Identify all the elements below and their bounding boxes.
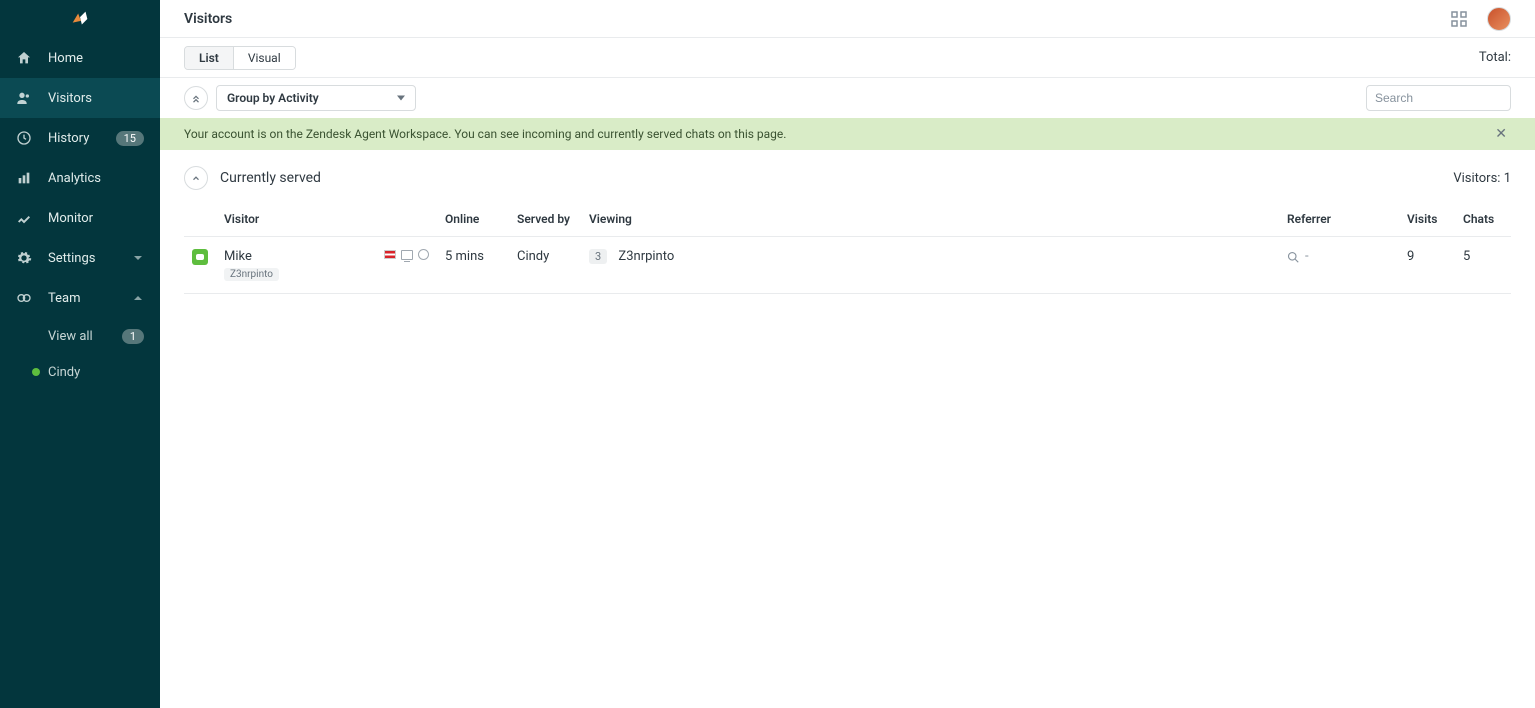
nav-label: Team bbox=[48, 291, 132, 306]
table-row[interactable]: Mike Z3nrpinto 5 mins Cindy bbox=[184, 237, 1511, 294]
info-banner: Your account is on the Zendesk Agent Wor… bbox=[160, 118, 1535, 150]
nav-label: Visitors bbox=[48, 91, 144, 106]
home-icon bbox=[16, 50, 32, 66]
tab-list[interactable]: List bbox=[185, 47, 234, 69]
col-visitor: Visitor bbox=[216, 202, 376, 237]
col-visits: Visits bbox=[1399, 202, 1455, 237]
sidebar-item-visitors[interactable]: Visitors bbox=[0, 78, 160, 118]
chevron-down-icon bbox=[132, 252, 144, 264]
cell-visits: 9 bbox=[1399, 237, 1455, 294]
team-member-cindy[interactable]: Cindy bbox=[0, 354, 160, 390]
col-chats: Chats bbox=[1455, 202, 1511, 237]
visitors-icon bbox=[16, 90, 32, 106]
app-logo[interactable] bbox=[0, 0, 160, 38]
page-title: Visitors bbox=[184, 11, 1451, 27]
user-avatar[interactable] bbox=[1487, 7, 1511, 31]
section-title: Currently served bbox=[220, 170, 1441, 186]
main: Visitors List Visual Total: Group by Act… bbox=[160, 0, 1535, 708]
groupby-select[interactable]: Group by Activity bbox=[216, 85, 416, 111]
visitor-name: Mike bbox=[224, 249, 368, 264]
section-header: Currently served Visitors: 1 bbox=[160, 150, 1535, 202]
analytics-icon bbox=[16, 170, 32, 186]
visitors-table: Visitor Online Served by Viewing Referre… bbox=[184, 202, 1511, 294]
desktop-icon bbox=[401, 250, 413, 260]
visitor-meta-icons bbox=[384, 249, 429, 260]
section-count: Visitors: 1 bbox=[1453, 171, 1511, 186]
col-viewing: Viewing bbox=[581, 202, 1279, 237]
col-online: Online bbox=[437, 202, 509, 237]
cell-served-by: Cindy bbox=[509, 237, 581, 294]
view-all-badge: 1 bbox=[122, 329, 144, 344]
banner-text: Your account is on the Zendesk Agent Wor… bbox=[184, 127, 1491, 141]
nav-label: History bbox=[48, 131, 116, 146]
tab-visual[interactable]: Visual bbox=[234, 47, 295, 69]
team-view-all[interactable]: View all 1 bbox=[0, 318, 160, 354]
sidebar-item-history[interactable]: History 15 bbox=[0, 118, 160, 158]
view-toggle: List Visual bbox=[184, 46, 296, 70]
col-served: Served by bbox=[509, 202, 581, 237]
history-badge: 15 bbox=[116, 131, 144, 146]
col-referrer: Referrer bbox=[1279, 202, 1399, 237]
visitor-tag: Z3nrpinto bbox=[224, 268, 279, 281]
viewing-page: Z3nrpinto bbox=[618, 249, 674, 264]
controls-row: Group by Activity bbox=[160, 78, 1535, 118]
sub-label: View all bbox=[48, 329, 122, 344]
browser-icon bbox=[418, 249, 429, 260]
monitor-icon bbox=[16, 210, 32, 226]
sidebar-item-analytics[interactable]: Analytics bbox=[0, 158, 160, 198]
chevron-up-icon bbox=[132, 292, 144, 304]
history-icon bbox=[16, 130, 32, 146]
cell-online: 5 mins bbox=[437, 237, 509, 294]
cell-referrer: - bbox=[1279, 237, 1399, 294]
viewing-count-badge: 3 bbox=[589, 249, 607, 264]
section-collapse-button[interactable] bbox=[184, 166, 208, 190]
nav-label: Analytics bbox=[48, 171, 144, 186]
sidebar-item-monitor[interactable]: Monitor bbox=[0, 198, 160, 238]
topbar: Visitors bbox=[160, 0, 1535, 38]
toolbar: List Visual Total: bbox=[160, 38, 1535, 78]
total-label: Total: bbox=[1479, 50, 1511, 65]
chat-icon bbox=[192, 249, 208, 265]
nav-label: Monitor bbox=[48, 211, 144, 226]
apps-grid-icon[interactable] bbox=[1451, 11, 1467, 27]
search-icon bbox=[1287, 251, 1299, 263]
nav-label: Home bbox=[48, 51, 144, 66]
sidebar-item-settings[interactable]: Settings bbox=[0, 238, 160, 278]
cell-viewing: 3 Z3nrpinto bbox=[581, 237, 1279, 294]
groupby-label: Group by Activity bbox=[227, 91, 319, 105]
collapse-all-button[interactable] bbox=[184, 86, 208, 110]
gear-icon bbox=[16, 250, 32, 266]
close-icon[interactable]: ✕ bbox=[1491, 126, 1511, 142]
member-name: Cindy bbox=[48, 365, 144, 380]
status-online-icon bbox=[32, 368, 40, 376]
flag-icon bbox=[384, 250, 396, 259]
search-input[interactable] bbox=[1366, 85, 1511, 111]
cell-chats: 5 bbox=[1455, 237, 1511, 294]
team-icon bbox=[16, 290, 32, 306]
nav-label: Settings bbox=[48, 251, 132, 266]
sidebar-item-team[interactable]: Team bbox=[0, 278, 160, 318]
sidebar-item-home[interactable]: Home bbox=[0, 38, 160, 78]
sidebar: Home Visitors History 15 Analytics Monit… bbox=[0, 0, 160, 708]
